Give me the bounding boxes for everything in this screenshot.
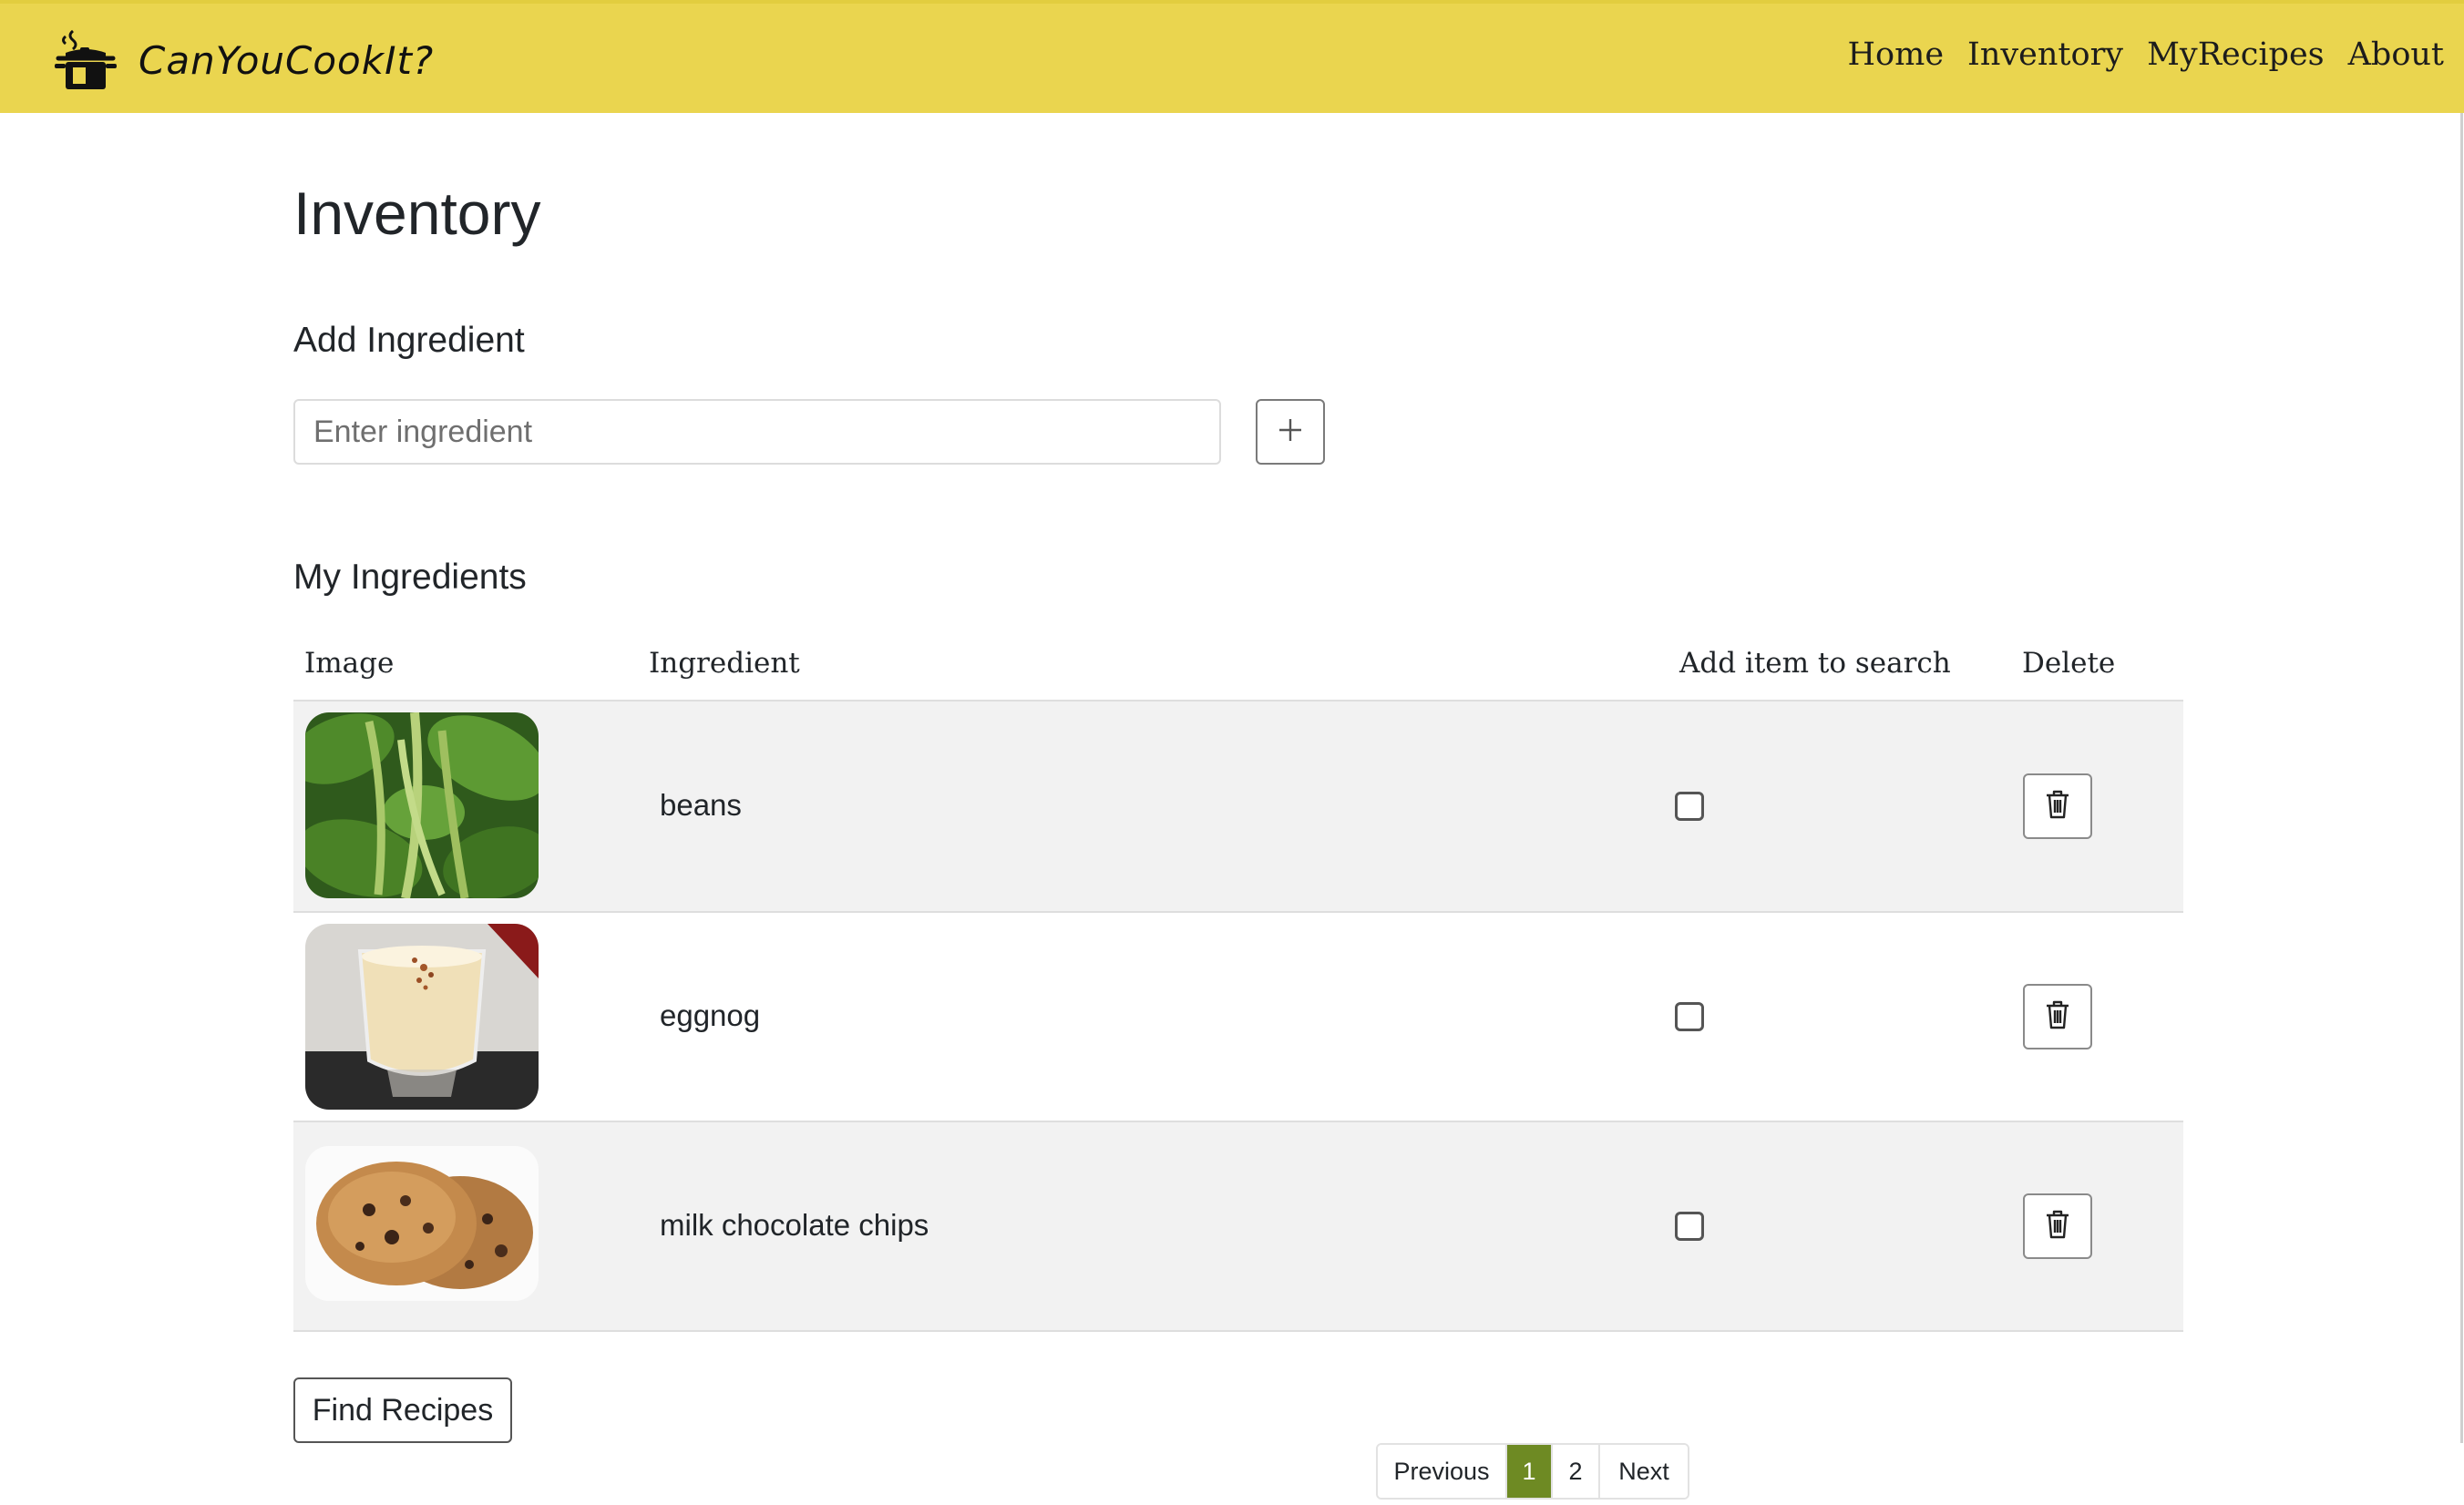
eggnog-glass-photo (305, 924, 539, 1110)
ingredients-table: Image Ingredient Add item to search Dele… (293, 629, 2183, 1332)
ingredient-name: milk chocolate chips (660, 1208, 929, 1242)
brand[interactable]: CanYouCookIt? (53, 27, 434, 93)
ingredient-name: beans (660, 788, 742, 822)
green-beans-photo (305, 712, 539, 898)
nav-link-home[interactable]: Home (1848, 36, 1945, 73)
header-image: Image (304, 647, 395, 680)
pagination-previous[interactable]: Previous (1378, 1445, 1507, 1498)
nav-link-about[interactable]: About (2348, 36, 2444, 73)
pagination: Previous 1 2 Next (1376, 1443, 1689, 1500)
add-to-search-checkbox[interactable] (1675, 1212, 1704, 1241)
header-delete: Delete (2022, 647, 2116, 680)
page-title: Inventory (293, 179, 541, 247)
add-to-search-checkbox[interactable] (1675, 1002, 1704, 1031)
nav-link-myrecipes[interactable]: MyRecipes (2147, 36, 2325, 73)
delete-button[interactable] (2023, 984, 2092, 1049)
header-ingredient: Ingredient (649, 647, 800, 680)
cooking-pot-icon (53, 27, 118, 93)
trash-icon (2043, 1209, 2072, 1244)
navbar: CanYouCookIt? Home Inventory MyRecipes A… (0, 0, 2464, 113)
delete-button[interactable] (2023, 773, 2092, 839)
table-row: beans (293, 701, 2183, 913)
window-edge (2460, 113, 2463, 1443)
chocolate-chip-cookies-photo (305, 1146, 539, 1301)
header-add-to-search: Add item to search (1679, 647, 1951, 680)
my-ingredients-title: My Ingredients (293, 558, 527, 597)
trash-icon (2043, 999, 2072, 1035)
delete-button[interactable] (2023, 1193, 2092, 1259)
pagination-page-2[interactable]: 2 (1553, 1445, 1600, 1498)
trash-icon (2043, 789, 2072, 824)
add-ingredient-button[interactable] (1256, 399, 1325, 465)
table-header: Image Ingredient Add item to search Dele… (293, 629, 2183, 701)
find-recipes-button[interactable]: Find Recipes (293, 1377, 512, 1443)
plus-icon (1277, 416, 1304, 448)
nav-links: Home Inventory MyRecipes About (1824, 36, 2444, 73)
table-row: eggnog (293, 913, 2183, 1122)
brand-name: CanYouCookIt? (139, 37, 435, 83)
nav-link-inventory[interactable]: Inventory (1967, 36, 2123, 73)
add-ingredient-title: Add Ingredient (293, 321, 525, 360)
ingredient-name: eggnog (660, 998, 761, 1032)
add-to-search-checkbox[interactable] (1675, 792, 1704, 821)
ingredient-input[interactable] (293, 399, 1221, 465)
pagination-next[interactable]: Next (1600, 1445, 1688, 1498)
pagination-page-1[interactable]: 1 (1507, 1445, 1553, 1498)
table-row: milk chocolate chips (293, 1122, 2183, 1332)
